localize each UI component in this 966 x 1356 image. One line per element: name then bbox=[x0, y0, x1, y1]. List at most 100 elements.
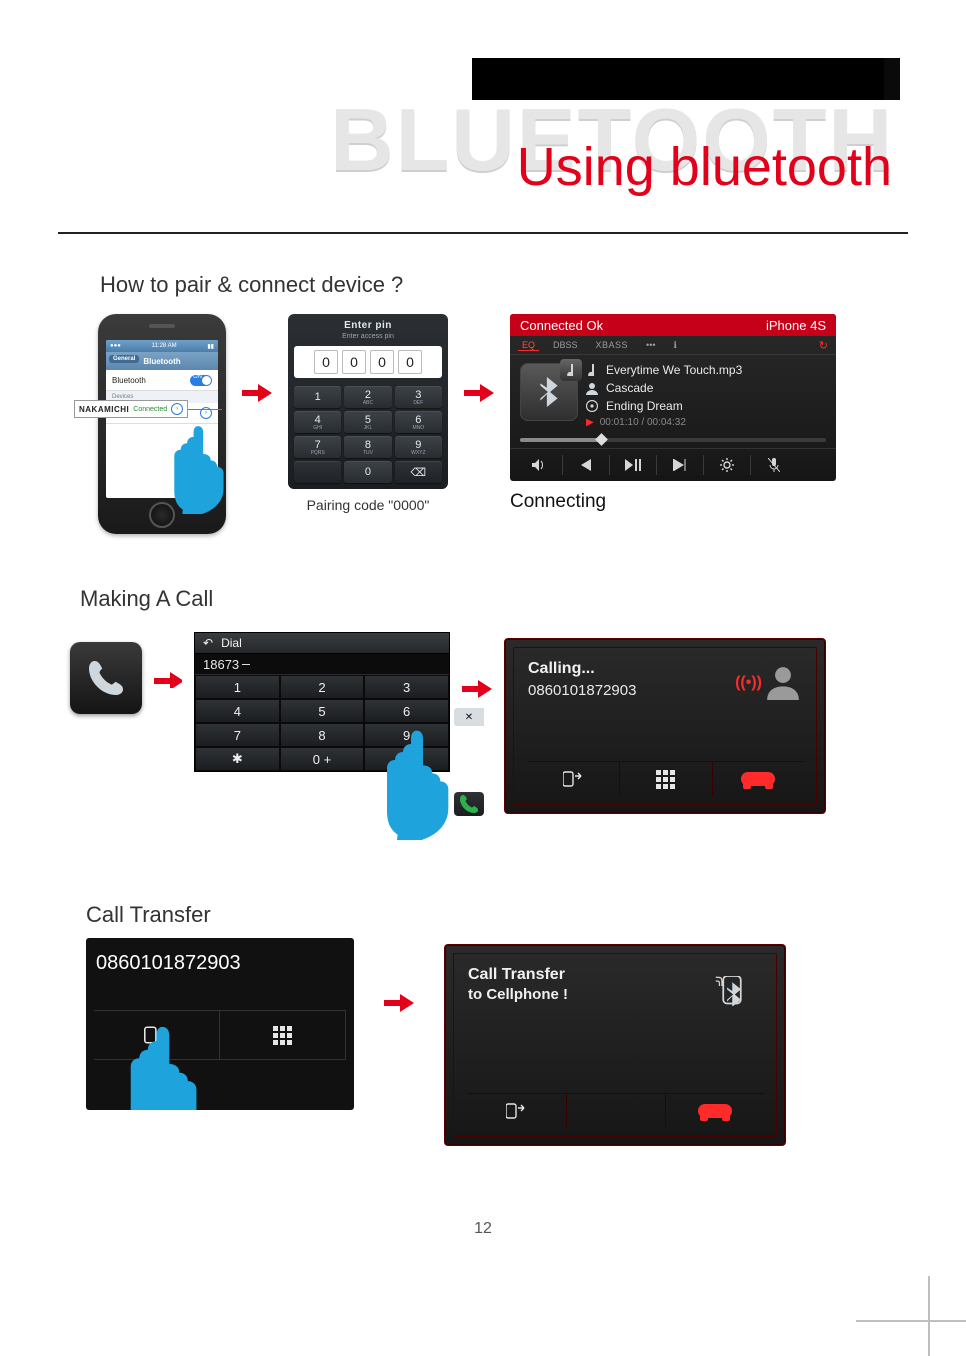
pin-key-backspace[interactable]: ⌫ bbox=[395, 461, 442, 483]
page-number: 12 bbox=[0, 1220, 966, 1238]
mic-mute-button[interactable] bbox=[751, 455, 797, 475]
volume-button[interactable] bbox=[516, 455, 563, 475]
touch-hand-icon bbox=[126, 1024, 204, 1110]
tab-dbss[interactable]: DBSS bbox=[549, 340, 582, 350]
dial-key-6[interactable]: 6 bbox=[364, 699, 449, 723]
phone-app-icon bbox=[70, 642, 142, 714]
arrow-right-icon bbox=[464, 384, 494, 402]
dial-key-1[interactable]: 1 bbox=[195, 675, 280, 699]
hangup-icon bbox=[741, 772, 775, 786]
pin-digit-boxes: 0 0 0 0 bbox=[294, 346, 442, 378]
pin-key-blank[interactable] bbox=[294, 461, 341, 483]
pin-caption: Pairing code "0000" bbox=[288, 497, 448, 513]
page-title-block: BLUETOOTH Using bluetooth bbox=[80, 100, 900, 179]
hangup-button[interactable] bbox=[666, 1094, 764, 1128]
pin-key-4[interactable]: 4GHI bbox=[294, 411, 341, 433]
keypad-icon bbox=[656, 770, 675, 789]
transfer-row: 0860101872903 Call Transfer to Cellphone… bbox=[86, 938, 886, 1146]
track-row[interactable]: Cascade bbox=[586, 381, 826, 395]
hangup-button[interactable] bbox=[713, 762, 804, 796]
artist-icon bbox=[586, 382, 598, 395]
transfer-source-panel: 0860101872903 bbox=[86, 938, 354, 1110]
tab-eq[interactable]: EQ bbox=[518, 340, 539, 351]
section-heading-call: Making A Call bbox=[80, 586, 213, 612]
pin-key-0[interactable]: 0 bbox=[344, 461, 391, 483]
keypad-button[interactable] bbox=[620, 762, 712, 796]
pin-key-8[interactable]: 8TUV bbox=[344, 436, 391, 458]
loop-icon[interactable]: ↻ bbox=[819, 339, 828, 352]
keypad-icon bbox=[273, 1026, 292, 1045]
call-button[interactable] bbox=[454, 792, 484, 816]
backspace-button[interactable]: ✕ bbox=[454, 708, 484, 726]
track-row[interactable]: Ending Dream bbox=[586, 399, 826, 413]
title-divider bbox=[58, 232, 908, 234]
connected-device: iPhone 4S bbox=[766, 318, 826, 333]
dial-key-5[interactable]: 5 bbox=[280, 699, 365, 723]
keypad-button[interactable] bbox=[220, 1011, 346, 1059]
transfer-button[interactable] bbox=[468, 1094, 567, 1128]
pin-keypad: 1 2ABC 3DEF 4GHI 5JKL 6MNO 7PQRS 8TUV 9W… bbox=[294, 386, 442, 483]
ios-status-bar: ●●●11:28 AM▮▮ bbox=[106, 340, 218, 352]
pin-key-7[interactable]: 7PQRS bbox=[294, 436, 341, 458]
back-icon[interactable]: ↶ bbox=[203, 636, 213, 650]
tab-info[interactable]: ℹ bbox=[670, 340, 681, 351]
pin-title: Enter pin bbox=[294, 320, 442, 331]
headunit-tabs: EQ DBSS XBASS ••• ℹ ↻ bbox=[510, 336, 836, 355]
page-corner-marks bbox=[856, 1276, 966, 1356]
settings-button[interactable] bbox=[704, 455, 751, 475]
bluetooth-badge bbox=[520, 363, 578, 421]
transfer-number: 0860101872903 bbox=[96, 952, 344, 975]
dialer-header: ↶ Dial bbox=[195, 633, 449, 654]
signal-wave-icon: ((•)) bbox=[735, 674, 762, 692]
iphone-figure: ●●●11:28 AM▮▮ General Bluetooth Bluetoot… bbox=[98, 314, 226, 534]
bluetooth-toggle[interactable]: ON bbox=[190, 375, 212, 386]
pin-key-5[interactable]: 5JKL bbox=[344, 411, 391, 433]
calling-panel: Calling... 0860101872903 ((•)) bbox=[504, 638, 826, 814]
caller-avatar: ((•)) bbox=[735, 666, 800, 700]
prev-button[interactable] bbox=[563, 455, 610, 475]
track-row[interactable]: Everytime We Touch.mp3 bbox=[586, 363, 826, 377]
play-pause-button[interactable] bbox=[610, 455, 657, 475]
pin-subtitle: Enter access pin bbox=[294, 333, 442, 340]
arrow-right-icon bbox=[154, 672, 182, 688]
progress-bar[interactable] bbox=[520, 438, 826, 442]
pin-key-3[interactable]: 3DEF bbox=[395, 386, 442, 408]
dialer-title: Dial bbox=[221, 636, 242, 650]
dialer-figure: ↶Dial 18673 1 2 3 4 5 6 7 8 9 ✱ 0 + # ✕ bbox=[194, 632, 450, 772]
tab-more[interactable]: ••• bbox=[642, 340, 659, 350]
device-callout: NAKAMICHI Connected › bbox=[74, 400, 188, 418]
dial-key-0[interactable]: 0 + bbox=[280, 747, 365, 771]
music-note-icon bbox=[586, 364, 598, 376]
dialer-display: 18673 bbox=[195, 654, 449, 675]
pin-key-1[interactable]: 1 bbox=[294, 386, 341, 408]
pin-key-2[interactable]: 2ABC bbox=[344, 386, 391, 408]
headunit-caption: Connecting bbox=[510, 491, 836, 513]
touch-hand-icon bbox=[384, 728, 454, 840]
tab-xbass[interactable]: XBASS bbox=[592, 340, 633, 350]
callout-brand: NAKAMICHI bbox=[79, 405, 129, 414]
dial-key-8[interactable]: 8 bbox=[280, 723, 365, 747]
enter-pin-figure: Enter pin Enter access pin 0 0 0 0 1 2AB… bbox=[288, 314, 448, 513]
callout-status: Connected bbox=[133, 406, 167, 413]
pairing-row: ●●●11:28 AM▮▮ General Bluetooth Bluetoot… bbox=[98, 314, 906, 534]
arrow-right-icon bbox=[242, 384, 272, 402]
calling-row: ↶Dial 18673 1 2 3 4 5 6 7 8 9 ✱ 0 + # ✕ bbox=[70, 632, 906, 814]
dial-key-star[interactable]: ✱ bbox=[195, 747, 280, 771]
pin-key-6[interactable]: 6MNO bbox=[395, 411, 442, 433]
ios-bluetooth-toggle-row[interactable]: Bluetooth ON bbox=[106, 370, 218, 391]
hangup-icon bbox=[698, 1104, 732, 1118]
album-icon bbox=[586, 400, 598, 412]
music-note-icon bbox=[560, 359, 582, 381]
page: { "header": { "ghost": "BLUETOOTH", "tit… bbox=[0, 0, 966, 1356]
play-time: ▶00:01:10 / 00:04:32 bbox=[586, 417, 826, 428]
ios-nav-bar: General Bluetooth bbox=[106, 352, 218, 370]
ios-back-button[interactable]: General bbox=[109, 355, 139, 363]
headunit-figure: Connected Ok iPhone 4S EQ DBSS XBASS •••… bbox=[510, 314, 836, 513]
dial-key-2[interactable]: 2 bbox=[280, 675, 365, 699]
next-button[interactable] bbox=[657, 455, 704, 475]
dial-key-7[interactable]: 7 bbox=[195, 723, 280, 747]
dial-key-4[interactable]: 4 bbox=[195, 699, 280, 723]
dial-key-3[interactable]: 3 bbox=[364, 675, 449, 699]
transfer-button[interactable] bbox=[528, 762, 620, 796]
pin-key-9[interactable]: 9WXYZ bbox=[395, 436, 442, 458]
